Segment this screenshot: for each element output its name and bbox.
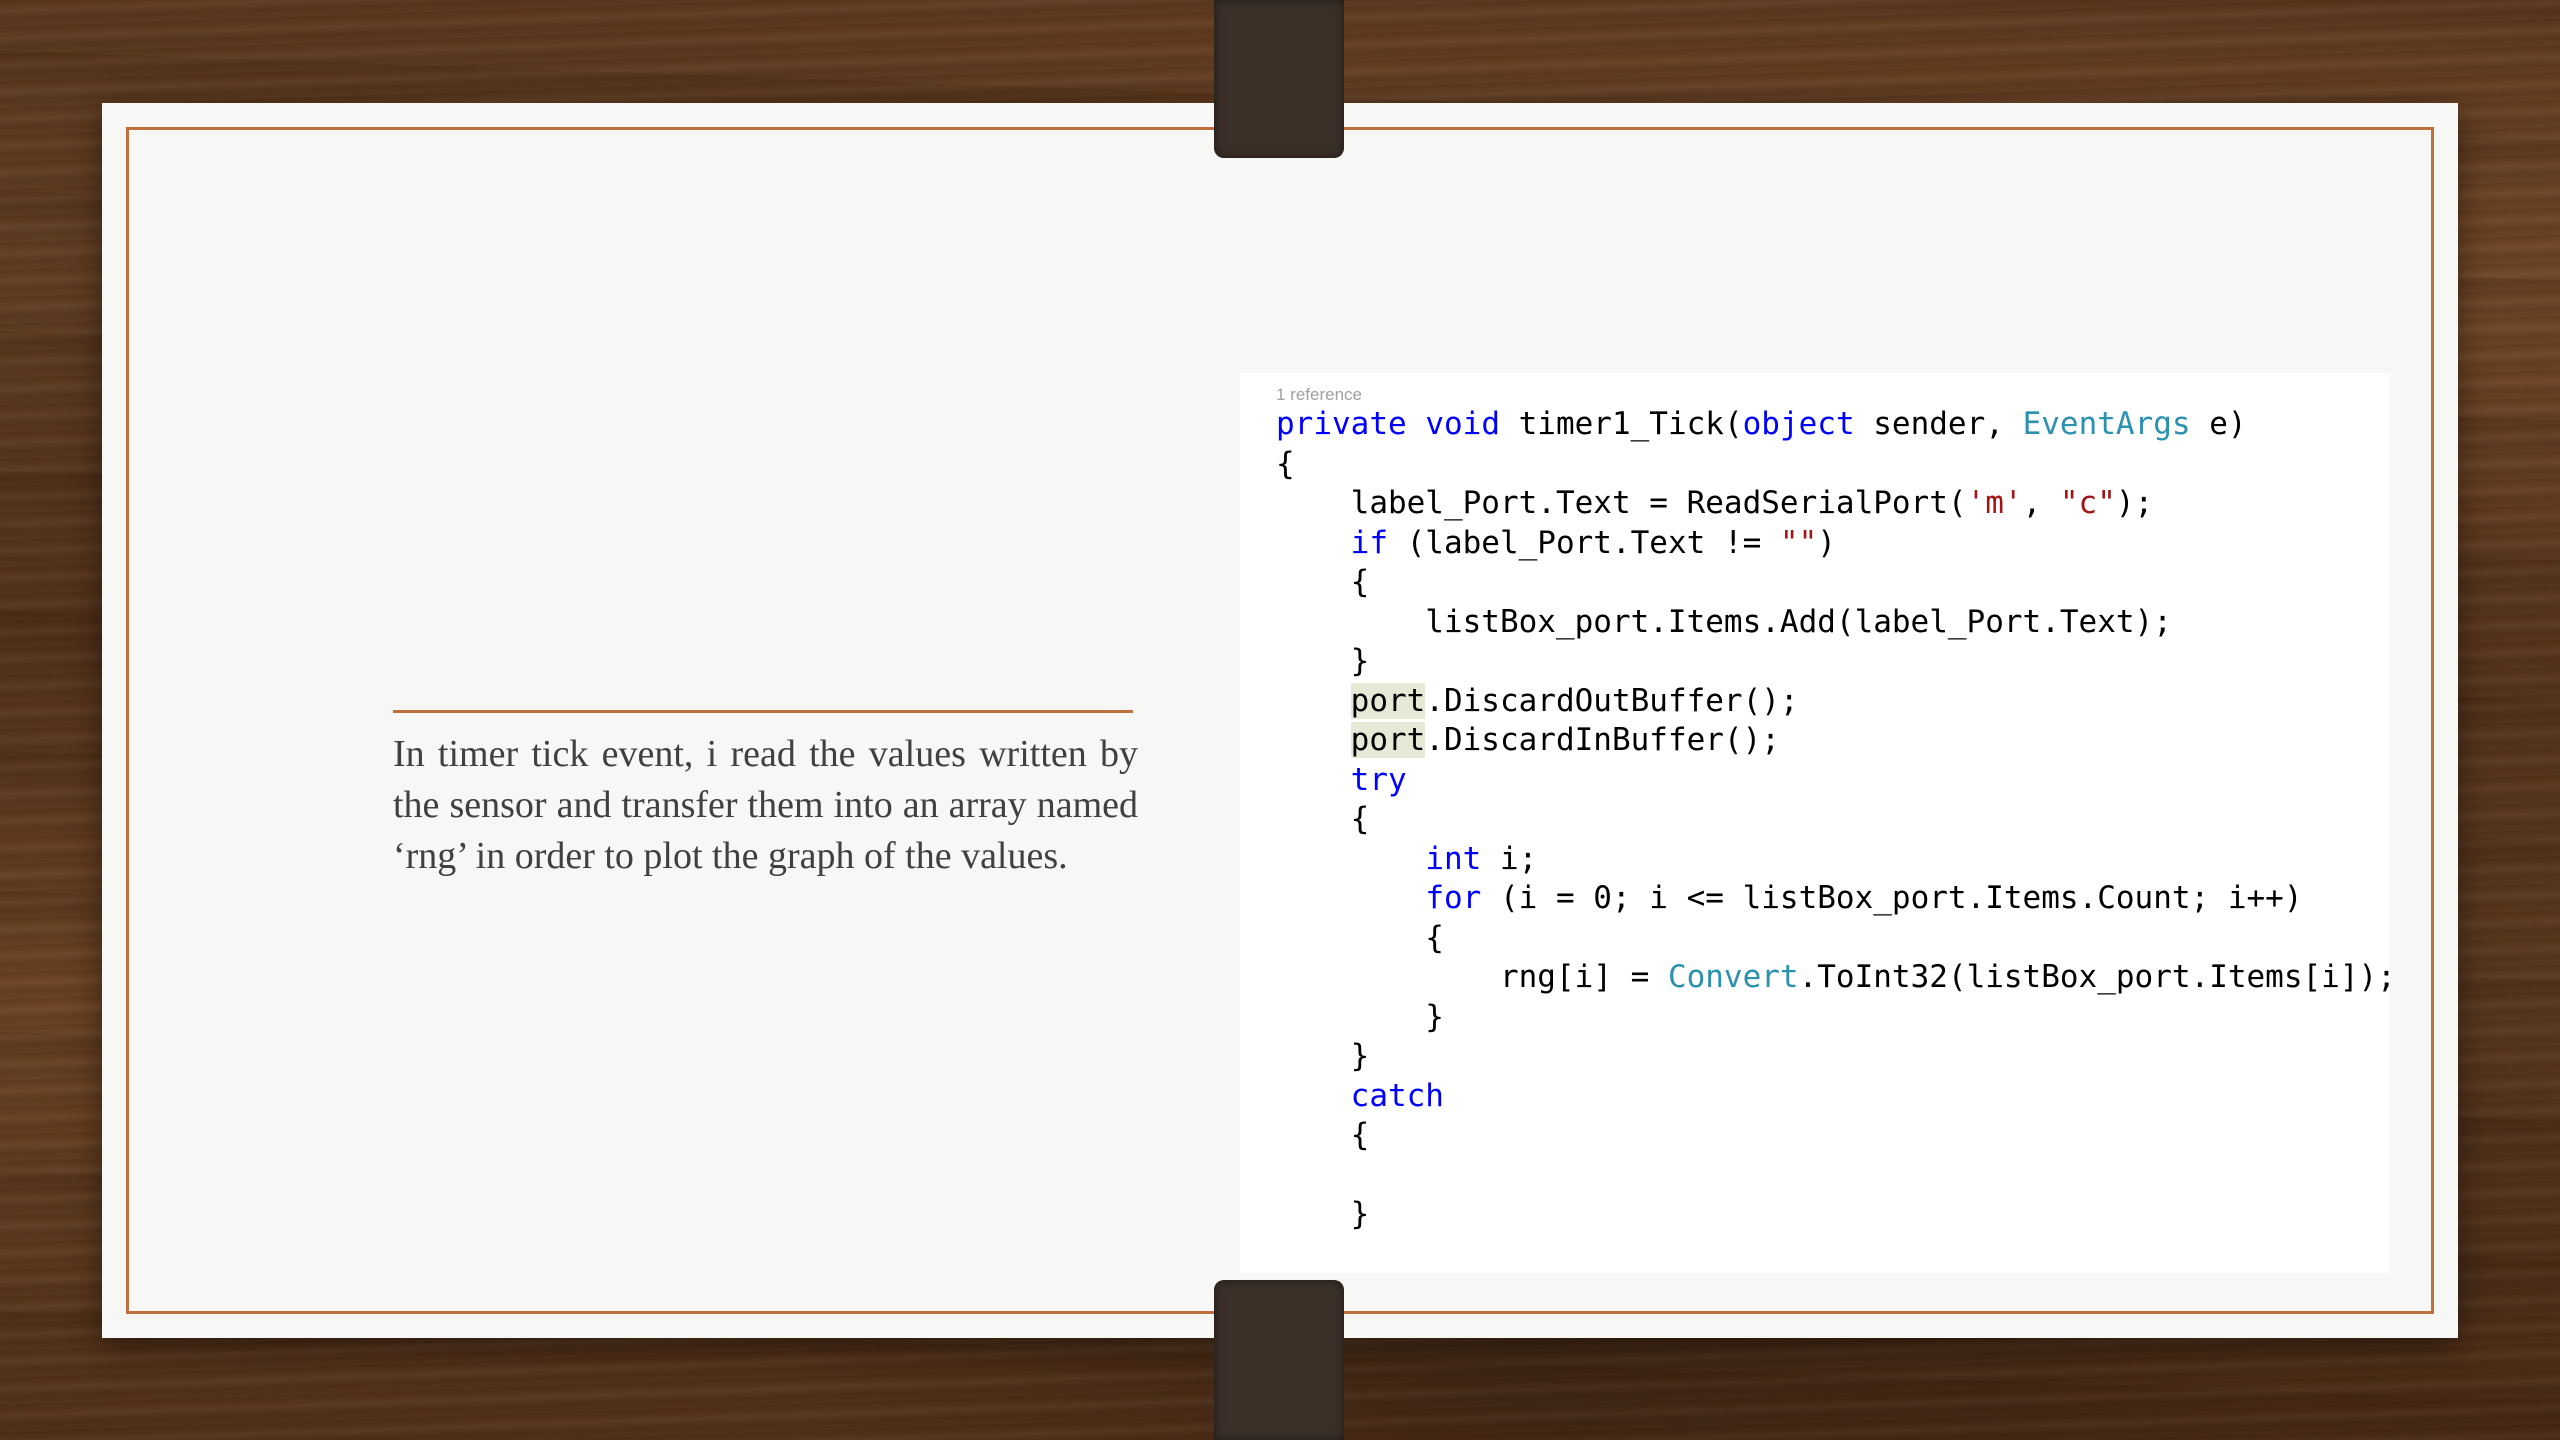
code-token: (i = 0; i <= listBox_port.Items.Count; i… [1481, 880, 2303, 916]
code-token: ); [2115, 485, 2154, 521]
code-token: { [1276, 445, 1295, 482]
code-token: timer1_Tick( [1499, 406, 1743, 442]
code-line: port.DiscardInBuffer(); [1276, 721, 2396, 761]
code-line: } [1276, 998, 2396, 1038]
code-token: rng[i] = [1276, 959, 1668, 995]
binder-clip-top [1214, 0, 1344, 158]
code-token: private [1276, 406, 1407, 442]
code-line: try [1276, 761, 2396, 801]
code-token: } [1276, 998, 1444, 1035]
code-line: if (label_Port.Text != "") [1276, 524, 2396, 564]
code-token: int [1425, 840, 1482, 877]
code-token: sender, [1854, 406, 2023, 442]
code-token: label_Port.Text = ReadSerialPort( [1276, 485, 1967, 521]
code-line: } [1276, 642, 2396, 682]
code-token: .DiscardOutBuffer(); [1425, 682, 1799, 719]
title-divider [393, 710, 1133, 713]
code-line: private void timer1_Tick(object sender, … [1276, 405, 2396, 445]
code-line: rng[i] = Convert.ToInt32(listBox_port.It… [1276, 958, 2396, 998]
code-line: label_Port.Text = ReadSerialPort('m', "c… [1276, 484, 2396, 524]
code-token: void [1425, 406, 1500, 442]
code-block: private void timer1_Tick(object sender, … [1276, 405, 2396, 1235]
code-line: } [1276, 1195, 2396, 1235]
code-token: } [1276, 643, 1370, 679]
binder-clip-bottom [1214, 1280, 1344, 1440]
code-token: e) [2190, 406, 2247, 442]
code-reference-count: 1 reference [1276, 385, 1362, 404]
code-token: listBox_port.Items.Add(label_Port.Text); [1276, 603, 2172, 640]
code-line: { [1276, 563, 2396, 603]
code-line: } [1276, 1037, 2396, 1077]
code-token: object [1742, 406, 1855, 442]
code-token: port [1350, 682, 1426, 719]
code-token: .DiscardInBuffer(); [1425, 722, 1780, 758]
code-token: catch [1350, 1077, 1444, 1114]
code-line: catch [1276, 1077, 2396, 1117]
code-token: .ToInt32(listBox_port.Items[i]); [1798, 959, 2396, 995]
code-token: if [1350, 524, 1388, 561]
code-line: port.DiscardOutBuffer(); [1276, 682, 2396, 722]
code-token: "c" [2059, 485, 2116, 521]
code-token: 'm' [1966, 485, 2023, 521]
code-token: } [1276, 1196, 1370, 1232]
code-token: ) [1817, 524, 1836, 561]
code-token: for [1425, 880, 1482, 916]
code-token: { [1276, 564, 1370, 600]
code-line: int i; [1276, 840, 2396, 880]
code-token: i; [1481, 840, 1538, 877]
code-line: { [1276, 445, 2396, 485]
code-line: listBox_port.Items.Add(label_Port.Text); [1276, 603, 2396, 643]
code-line: { [1276, 1116, 2396, 1156]
code-token: try [1350, 761, 1407, 798]
code-token: "" [1779, 524, 1818, 561]
code-token: { [1276, 801, 1370, 837]
code-token: { [1276, 1117, 1370, 1153]
code-token: Convert [1667, 959, 1799, 995]
code-token: } [1276, 1038, 1370, 1074]
code-screenshot: 1 reference private void timer1_Tick(obj… [1240, 373, 2396, 1273]
code-line: { [1276, 919, 2396, 959]
code-line: for (i = 0; i <= listBox_port.Items.Coun… [1276, 879, 2396, 919]
code-token: { [1276, 919, 1444, 956]
code-token: EventArgs [2022, 406, 2191, 442]
code-token: , [2022, 485, 2060, 521]
code-line: { [1276, 800, 2396, 840]
code-token: (label_Port.Text != [1387, 524, 1780, 561]
code-token: port [1350, 722, 1426, 758]
slide-description: In timer tick event, i read the values w… [393, 733, 1138, 877]
slide: In timer tick event, i read the values w… [102, 103, 2458, 1338]
